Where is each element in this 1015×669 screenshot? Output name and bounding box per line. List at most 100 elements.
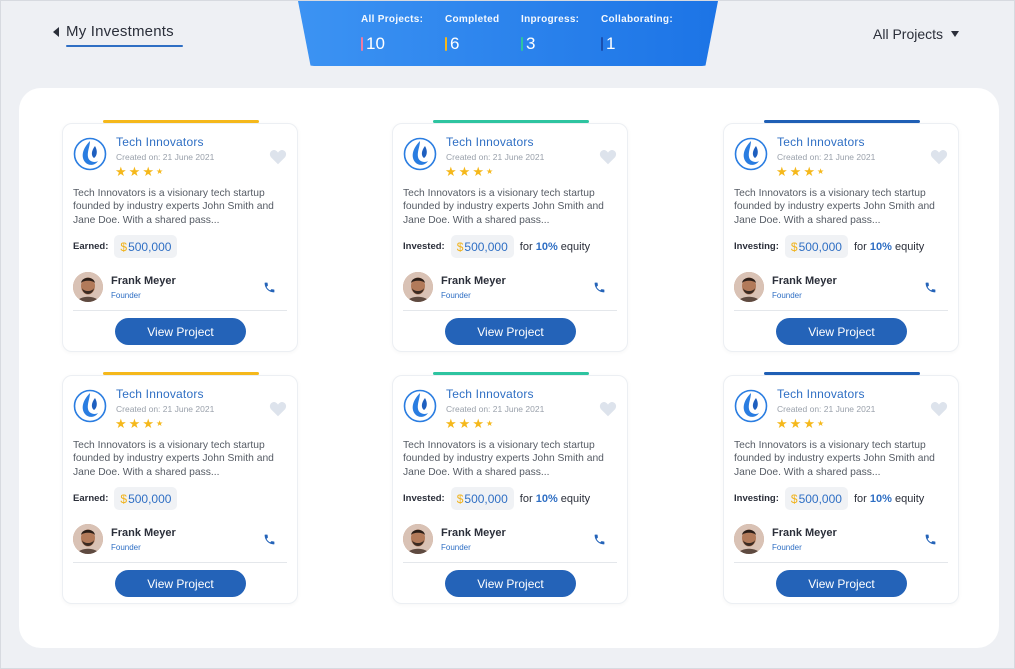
view-project-button[interactable]: View Project: [115, 570, 246, 597]
person-role: Founder: [772, 543, 802, 552]
star-icon: ★: [128, 164, 141, 179]
card-accent-line: [764, 372, 920, 375]
project-title[interactable]: Tech Innovators: [116, 135, 204, 149]
project-card: Tech Innovators Created on: 21 June 2021…: [62, 120, 298, 352]
phone-icon[interactable]: [263, 533, 276, 546]
view-project-button[interactable]: View Project: [776, 318, 907, 345]
phone-icon[interactable]: [593, 281, 606, 294]
stat-value: 6: [450, 34, 460, 53]
brand-logo-icon: [403, 137, 437, 171]
star-icon: ★: [789, 416, 802, 431]
stat-value: 10: [366, 34, 385, 53]
view-project-button[interactable]: View Project: [445, 570, 576, 597]
equity-text: for 10% equity: [520, 241, 590, 253]
equity-prefix: for: [853, 492, 867, 505]
finance-label: Earned:: [73, 241, 109, 252]
project-card: Tech Innovators Created on: 21 June 2021…: [392, 372, 628, 604]
project-title[interactable]: Tech Innovators: [777, 387, 865, 401]
star-icon: ★: [472, 164, 484, 179]
avatar[interactable]: [403, 524, 433, 554]
created-date: Created on: 21 June 2021: [116, 152, 215, 162]
finance-row: Earned: $500,000: [73, 487, 178, 510]
brand-logo-icon: [734, 137, 768, 171]
project-description: Tech Innovators is a visionary tech star…: [73, 440, 274, 478]
created-date: Created on: 21 June 2021: [446, 152, 545, 162]
created-date: Created on: 21 June 2021: [777, 404, 876, 414]
project-description: Tech Innovators is a visionary tech star…: [403, 440, 604, 478]
brand-logo-icon: [734, 389, 768, 423]
project-title[interactable]: Tech Innovators: [446, 135, 534, 149]
star-half-icon: ★: [485, 419, 494, 428]
equity-suffix: equity: [560, 492, 591, 505]
star-icon: ★: [458, 164, 471, 179]
amount-value: 500,000: [464, 491, 508, 506]
project-description: Tech Innovators is a visionary tech star…: [734, 188, 935, 226]
created-date: Created on: 21 June 2021: [446, 404, 545, 414]
person-role: Founder: [441, 291, 471, 300]
amount-badge: $500,000: [784, 487, 848, 510]
stat-caption: Completed: [445, 14, 500, 25]
project-title[interactable]: Tech Innovators: [777, 135, 865, 149]
back-button[interactable]: My Investments: [53, 23, 174, 40]
avatar[interactable]: [73, 524, 103, 554]
equity-prefix: for: [519, 492, 533, 505]
phone-icon[interactable]: [593, 533, 606, 546]
view-project-button[interactable]: View Project: [776, 570, 907, 597]
person-role: Founder: [111, 291, 141, 300]
card-accent-line: [764, 120, 920, 123]
project-title[interactable]: Tech Innovators: [116, 387, 204, 401]
star-icon: ★: [803, 416, 815, 431]
view-project-button[interactable]: View Project: [445, 318, 576, 345]
person-name: Frank Meyer: [772, 275, 837, 287]
projects-filter-dropdown[interactable]: All Projects: [873, 26, 960, 42]
stat-caption: Collaborating:: [601, 14, 673, 25]
project-title[interactable]: Tech Innovators: [446, 387, 534, 401]
amount-badge: $500,000: [784, 235, 848, 258]
heart-icon[interactable]: [599, 149, 617, 165]
star-icon: ★: [776, 416, 788, 431]
amount-badge: $500,000: [450, 487, 514, 510]
phone-icon[interactable]: [263, 281, 276, 294]
avatar[interactable]: [73, 272, 103, 302]
rating-stars: ★ ★ ★ ★: [115, 165, 163, 178]
star-icon: ★: [115, 416, 127, 431]
stat-completed: Completed 6: [445, 14, 499, 54]
amount-badge: $500,000: [114, 487, 178, 510]
finance-label: Investing:: [734, 493, 779, 504]
title-underline: [66, 45, 183, 47]
projects-panel: Tech Innovators Created on: 21 June 2021…: [19, 88, 999, 648]
stat-collaborating: Collaborating: 1: [601, 14, 673, 54]
created-date: Created on: 21 June 2021: [777, 152, 876, 162]
person-name: Frank Meyer: [441, 275, 506, 287]
phone-icon[interactable]: [924, 281, 937, 294]
heart-icon[interactable]: [930, 401, 948, 417]
avatar[interactable]: [734, 524, 764, 554]
equity-text: for 10% equity: [520, 493, 590, 505]
heart-icon[interactable]: [269, 401, 287, 417]
finance-row: Earned: $500,000: [73, 235, 178, 258]
equity-percent: 10%: [869, 240, 892, 253]
phone-icon[interactable]: [924, 533, 937, 546]
card-divider: [73, 562, 287, 563]
stat-all-projects: All Projects: 10: [361, 14, 423, 54]
card-divider: [73, 310, 287, 311]
amount-value: 500,000: [798, 239, 842, 254]
star-icon: ★: [472, 416, 484, 431]
view-project-button[interactable]: View Project: [115, 318, 246, 345]
caret-down-icon: [951, 31, 960, 37]
star-icon: ★: [115, 164, 127, 179]
heart-icon[interactable]: [269, 149, 287, 165]
stat-value: 1: [606, 34, 616, 53]
finance-row: Investing: $500,000 for 10% equity: [734, 487, 924, 510]
heart-icon[interactable]: [930, 149, 948, 165]
project-card: Tech Innovators Created on: 21 June 2021…: [62, 372, 298, 604]
project-description: Tech Innovators is a visionary tech star…: [734, 440, 935, 478]
finance-row: Invested: $500,000 for 10% equity: [403, 487, 590, 510]
equity-percent: 10%: [535, 492, 558, 505]
card-divider: [734, 310, 948, 311]
avatar[interactable]: [403, 272, 433, 302]
heart-icon[interactable]: [599, 401, 617, 417]
avatar[interactable]: [734, 272, 764, 302]
star-half-icon: ★: [816, 167, 825, 176]
stat-color-bar: [601, 37, 603, 51]
